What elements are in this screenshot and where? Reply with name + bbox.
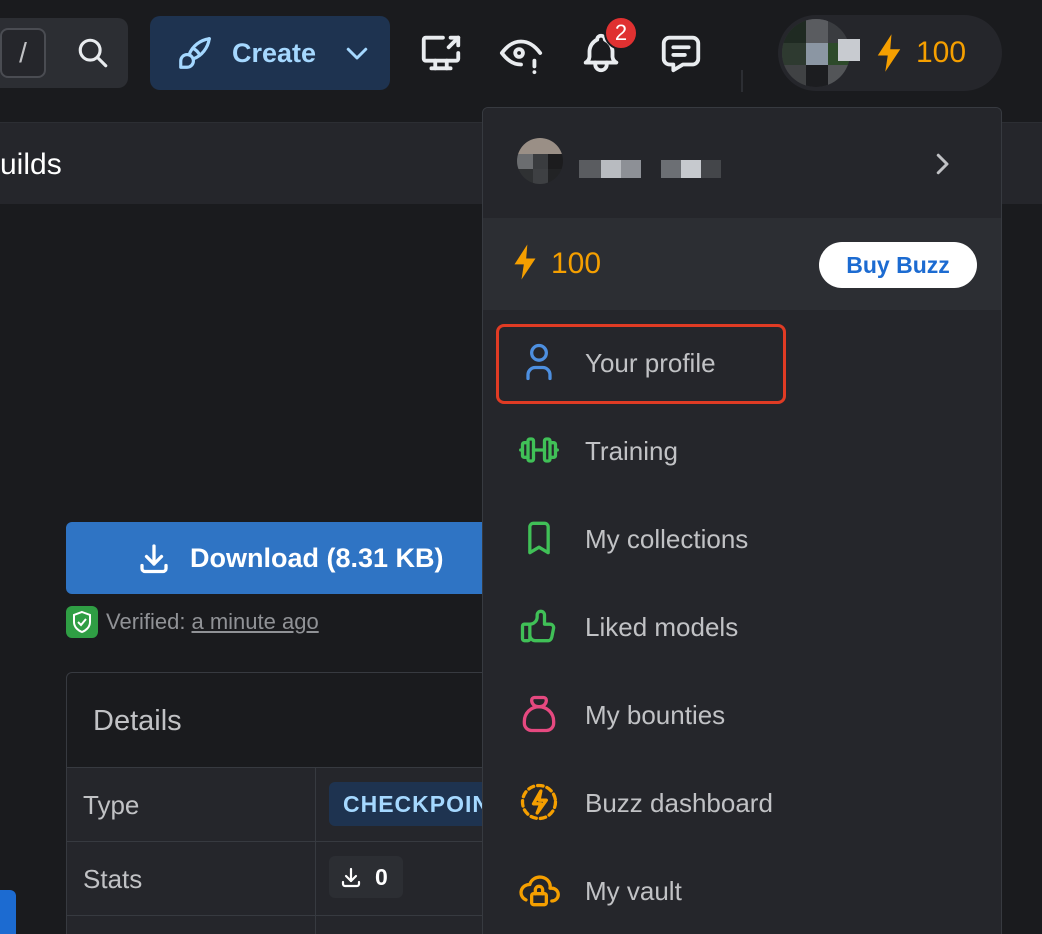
shield-check-icon — [66, 606, 98, 638]
menu-item-label: Training — [585, 436, 678, 466]
create-button[interactable]: Create — [150, 16, 390, 90]
thumb-up-icon — [520, 609, 556, 643]
dropdown-user-header[interactable] — [483, 108, 1001, 218]
moneybag-icon — [522, 695, 556, 733]
verified-time-link[interactable]: a minute ago — [192, 609, 319, 635]
notification-count-badge: 2 — [604, 16, 638, 50]
menu-item-my-vault[interactable]: My vault — [483, 848, 1001, 934]
column-divider — [315, 768, 316, 841]
buy-buzz-button[interactable]: Buy Buzz — [819, 242, 977, 288]
download-label: Download (8.31 KB) — [190, 543, 444, 573]
download-count-chip: 0 — [329, 856, 403, 898]
buzz-amount: 100 — [551, 247, 602, 280]
user-dropdown-menu: 100 Buy Buzz Your profile Training My co… — [482, 107, 1002, 934]
side-tab[interactable] — [0, 890, 16, 934]
menu-item-label: Liked models — [585, 612, 739, 642]
user-menu-button[interactable]: 100 — [778, 15, 1002, 91]
avatar — [517, 138, 563, 184]
chat-icon[interactable] — [656, 28, 706, 78]
menu-item-my-collections[interactable]: My collections — [483, 496, 1001, 584]
menu-item-buzz-dashboard[interactable]: Buzz dashboard — [483, 760, 1001, 848]
download-count: 0 — [375, 863, 388, 890]
menu-item-label: My vault — [585, 876, 682, 906]
type-label: Type — [83, 790, 140, 820]
screen-share-icon[interactable] — [416, 28, 466, 78]
page-subtitle: uilds — [0, 148, 62, 181]
buzz-balance-row: 100 Buy Buzz — [483, 218, 1001, 310]
bolt-circle-icon — [520, 783, 558, 821]
bookmark-icon — [528, 521, 550, 555]
top-header: / Create 2 100 — [0, 0, 1042, 108]
stats-label: Stats — [83, 864, 143, 894]
create-label: Create — [232, 38, 317, 68]
brush-icon — [179, 37, 211, 69]
menu-item-my-bounties[interactable]: My bounties — [483, 672, 1001, 760]
verified-status: Verified: a minute ago — [66, 606, 319, 638]
column-divider — [315, 916, 316, 934]
bolt-icon — [514, 244, 536, 280]
barbell-icon — [519, 437, 559, 463]
menu-item-training[interactable]: Training — [483, 408, 1001, 496]
eye-alert-icon[interactable] — [496, 28, 546, 78]
menu-item-label: My bounties — [585, 700, 726, 730]
bolt-icon — [877, 34, 901, 72]
buzz-balance: 100 — [916, 36, 967, 69]
download-button[interactable]: Download (8.31 KB) — [66, 522, 506, 594]
download-icon — [140, 544, 168, 574]
column-divider — [315, 842, 316, 915]
verified-label: Verified: — [106, 609, 186, 634]
download-icon — [341, 867, 361, 888]
chevron-down-icon[interactable] — [340, 38, 374, 68]
search-icon[interactable] — [74, 34, 112, 72]
menu-item-label: My collections — [585, 524, 749, 554]
chevron-right-icon — [936, 153, 949, 175]
menu-item-liked-models[interactable]: Liked models — [483, 584, 1001, 672]
details-title: Details — [93, 705, 182, 737]
search-shortcut-key: / — [0, 28, 46, 78]
menu-item-label: Buzz dashboard — [585, 788, 773, 818]
cloud-lock-icon — [519, 875, 560, 907]
selection-highlight — [496, 324, 786, 404]
header-divider — [741, 70, 743, 92]
